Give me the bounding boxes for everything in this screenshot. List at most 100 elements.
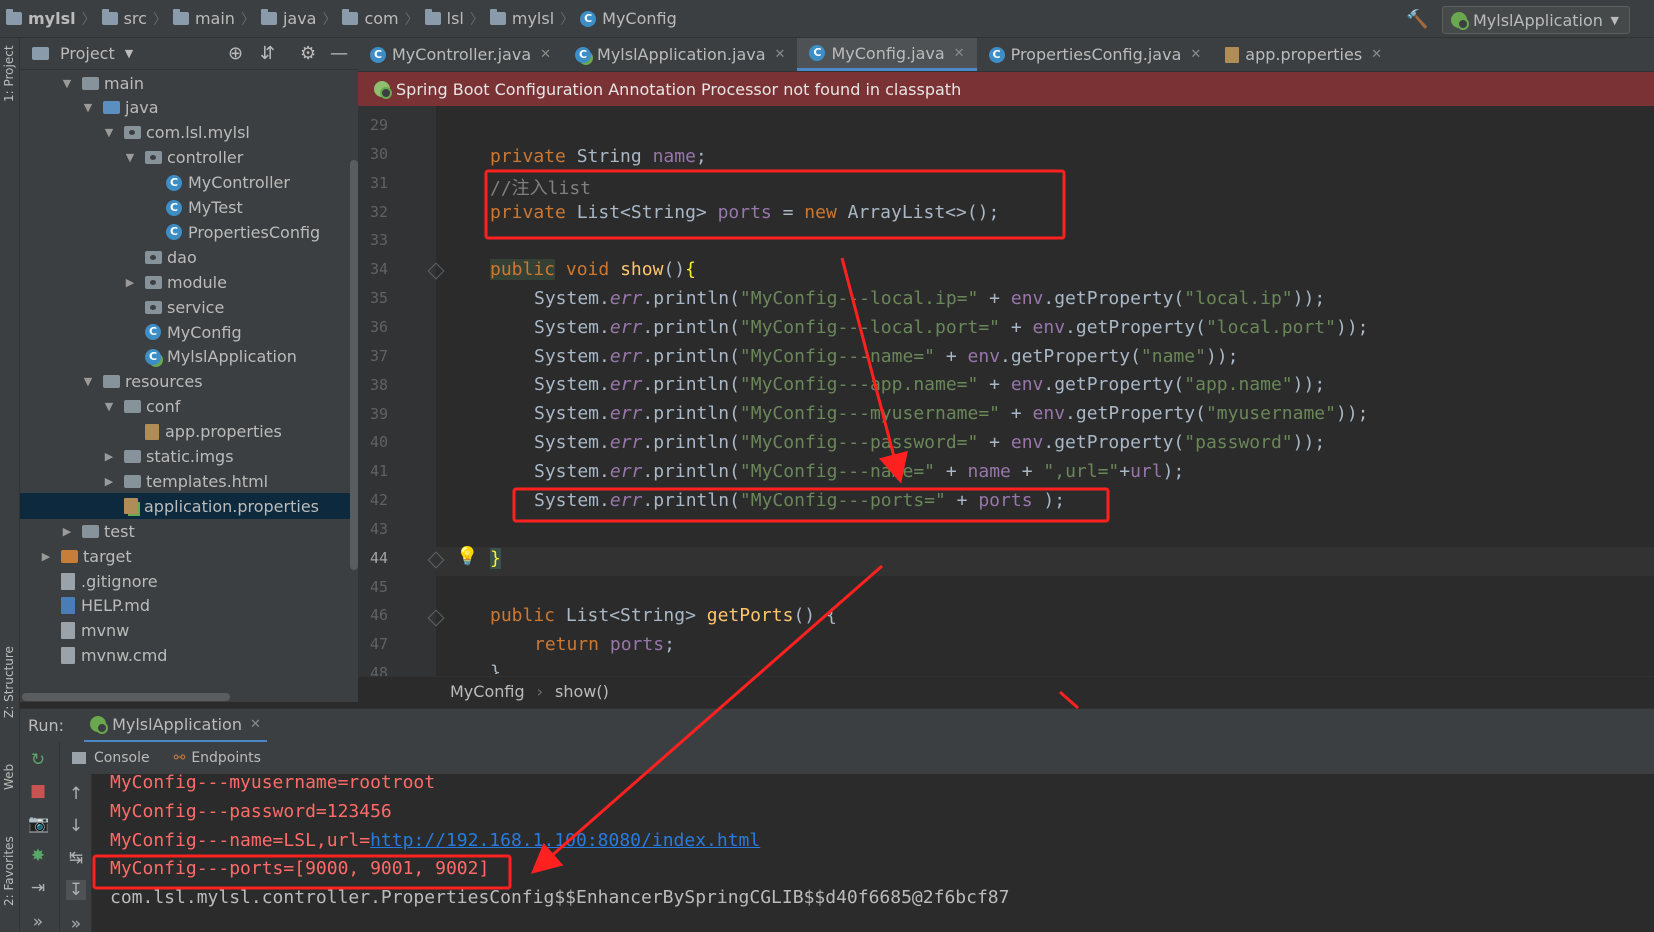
expand-down-icon[interactable]: ▼ bbox=[123, 151, 137, 164]
expand-right-icon[interactable]: ▶ bbox=[102, 475, 116, 488]
close-icon[interactable]: ✕ bbox=[250, 717, 261, 732]
gear-icon[interactable]: ⚙ bbox=[300, 43, 316, 64]
code-line-38[interactable]: System.err.println("MyConfig---app.name=… bbox=[534, 374, 1325, 395]
close-icon[interactable]: ✕ bbox=[954, 46, 965, 61]
expand-down-icon[interactable]: ▼ bbox=[102, 126, 116, 139]
tree-item[interactable]: ▼ main bbox=[20, 70, 358, 96]
scroll-to-end-icon[interactable]: ↧ bbox=[66, 880, 86, 900]
breadcrumb-item[interactable]: main 〉 bbox=[172, 9, 255, 29]
project-tool-tab[interactable]: 1: Project bbox=[2, 45, 16, 102]
tree-item[interactable]: application.properties bbox=[20, 493, 358, 520]
tree-item[interactable]: C PropertiesConfig bbox=[20, 219, 358, 245]
breadcrumb-item[interactable]: src 〉 bbox=[101, 9, 167, 29]
stop-icon[interactable]: ■ bbox=[28, 781, 48, 801]
expand-right-icon[interactable]: ▶ bbox=[39, 550, 53, 563]
tree-item[interactable]: mvnw.cmd bbox=[20, 643, 358, 669]
tree-item[interactable]: ▼ controller bbox=[20, 145, 358, 171]
code-line-47[interactable]: return ports; bbox=[534, 634, 675, 655]
code-line-40[interactable]: System.err.println("MyConfig---password=… bbox=[534, 432, 1325, 453]
breadcrumb-item[interactable]: C MyConfig bbox=[580, 9, 677, 28]
arrow-up-icon[interactable]: ↑ bbox=[66, 784, 86, 804]
console-tab[interactable]: Console bbox=[94, 750, 150, 766]
breadcrumb-item[interactable]: java 〉 bbox=[260, 9, 336, 29]
close-icon[interactable]: ✕ bbox=[1371, 47, 1382, 62]
console-url-link[interactable]: http://192.168.1.100:8080/index.html bbox=[370, 830, 760, 851]
structure-tool-tab[interactable]: Z: Structure bbox=[2, 646, 16, 718]
tree-item[interactable]: ▼ com.lsl.mylsl bbox=[20, 120, 358, 146]
favorites-tool-tab[interactable]: 2: Favorites bbox=[2, 836, 16, 906]
tree-item[interactable]: ▶ static.imgs bbox=[20, 444, 358, 470]
tree-item[interactable]: ▼ conf bbox=[20, 394, 358, 420]
tree-item[interactable]: ▶ test bbox=[20, 518, 358, 544]
editor-tab[interactable]: C MyConfig.java ✕ bbox=[797, 38, 977, 71]
tree-item[interactable]: ▼ java bbox=[20, 95, 358, 121]
tree-item[interactable]: C MyConfig bbox=[20, 319, 358, 345]
code-line-41[interactable]: System.err.println("MyConfig---name=" + … bbox=[534, 461, 1184, 482]
close-icon[interactable]: ✕ bbox=[1190, 47, 1201, 62]
tree-item[interactable]: C MyTest bbox=[20, 195, 358, 221]
code-line-48[interactable]: } bbox=[490, 662, 501, 674]
code-line-39[interactable]: System.err.println("MyConfig---myusernam… bbox=[534, 403, 1369, 424]
minimize-icon[interactable]: — bbox=[330, 43, 348, 64]
close-icon[interactable]: ✕ bbox=[540, 47, 551, 62]
code-line-37[interactable]: System.err.println("MyConfig---name=" + … bbox=[534, 346, 1238, 367]
expand-right-icon[interactable]: ▶ bbox=[60, 525, 74, 538]
project-panel-title[interactable]: Project bbox=[60, 44, 115, 63]
code-line-32[interactable]: private List<String> ports = new ArrayLi… bbox=[490, 202, 999, 223]
expand-down-icon[interactable]: ▼ bbox=[81, 375, 95, 388]
expand-right-icon[interactable]: ▶ bbox=[123, 276, 137, 289]
lightbulb-intention-icon[interactable]: 💡 bbox=[456, 546, 478, 567]
tree-item[interactable]: ▼ resources bbox=[20, 369, 358, 395]
editor-tab[interactable]: C PropertiesConfig.java ✕ bbox=[977, 38, 1214, 71]
code-line-42[interactable]: System.err.println("MyConfig---ports=" +… bbox=[534, 490, 1065, 511]
close-icon[interactable]: ✕ bbox=[775, 47, 786, 62]
exit-icon[interactable]: ⇥ bbox=[28, 878, 48, 898]
breadcrumb-item[interactable]: lsl 〉 bbox=[424, 9, 484, 29]
code-line-30[interactable]: private String name; bbox=[490, 146, 707, 167]
breadcrumb-class[interactable]: MyConfig bbox=[450, 682, 525, 701]
tree-item[interactable]: HELP.md bbox=[20, 593, 358, 619]
tree-item[interactable]: ▶ target bbox=[20, 543, 358, 569]
tree-item[interactable]: app.properties bbox=[20, 419, 358, 445]
tree-item[interactable]: C MyController bbox=[20, 170, 358, 196]
breadcrumb-item[interactable]: mylsl 〉 bbox=[6, 9, 96, 29]
arrow-down-icon[interactable]: ↓ bbox=[66, 816, 86, 836]
endpoints-tab[interactable]: Endpoints bbox=[191, 750, 261, 766]
console-output[interactable] bbox=[92, 774, 1654, 932]
project-tree-vertical-scrollbar[interactable] bbox=[350, 160, 358, 570]
build-hammer-icon[interactable]: 🔨 bbox=[1406, 9, 1428, 30]
project-tree-horizontal-scrollbar[interactable] bbox=[22, 693, 230, 701]
breadcrumb-item[interactable]: com 〉 bbox=[342, 9, 419, 29]
rerun-icon[interactable]: ↻ bbox=[28, 750, 48, 770]
expand-down-icon[interactable]: ▼ bbox=[81, 101, 95, 114]
tree-item[interactable]: service bbox=[20, 294, 358, 320]
code-line-35[interactable]: System.err.println("MyConfig---local.ip=… bbox=[534, 288, 1325, 309]
tree-item[interactable]: mvnw bbox=[20, 618, 358, 644]
editor-tab[interactable]: app.properties ✕ bbox=[1213, 38, 1394, 71]
web-tool-tab[interactable]: Web bbox=[2, 764, 16, 790]
run-tab[interactable]: MylslApplication ✕ bbox=[84, 709, 267, 743]
code-line-31[interactable]: //注入list bbox=[490, 174, 591, 200]
editor-tab[interactable]: C MylslApplication.java ✕ bbox=[563, 38, 797, 71]
breadcrumb-method[interactable]: show() bbox=[555, 682, 609, 701]
code-line-36[interactable]: System.err.println("MyConfig---local.por… bbox=[534, 317, 1369, 338]
breadcrumb-item[interactable]: mylsl 〉 bbox=[489, 9, 574, 29]
run-configuration-dropdown[interactable]: MylslApplication ▼ bbox=[1442, 6, 1630, 34]
expand-down-icon[interactable]: ▼ bbox=[60, 77, 74, 90]
expand-down-icon[interactable]: ▼ bbox=[102, 400, 116, 413]
editor-tab[interactable]: C MyController.java ✕ bbox=[358, 38, 563, 71]
more-icon[interactable]: » bbox=[28, 912, 48, 932]
tree-item[interactable]: ▶ templates.html bbox=[20, 468, 358, 494]
locate-target-icon[interactable]: ⊕ bbox=[228, 43, 243, 64]
more-icon[interactable]: » bbox=[66, 914, 86, 932]
expand-right-icon[interactable]: ▶ bbox=[102, 450, 116, 463]
code-line-34[interactable]: public void show(){ bbox=[490, 259, 696, 280]
chevron-down-icon[interactable]: ▼ bbox=[125, 47, 133, 60]
tree-item[interactable]: .gitignore bbox=[20, 568, 358, 594]
code-line-46[interactable]: public List<String> getPorts() { bbox=[490, 605, 837, 626]
tree-item[interactable]: ▶ module bbox=[20, 269, 358, 295]
debug-icon[interactable]: ✸ bbox=[28, 846, 48, 866]
camera-icon[interactable]: 📷 bbox=[28, 814, 49, 834]
code-line-44[interactable]: } bbox=[490, 548, 501, 569]
soft-wrap-icon[interactable]: ↹ bbox=[66, 848, 86, 868]
